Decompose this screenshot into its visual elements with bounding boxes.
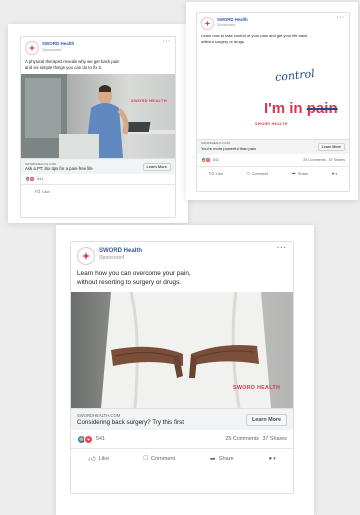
share-label: Share <box>218 455 234 462</box>
ad-photo-hands-on-back[interactable]: SWORD HEALTH <box>71 292 293 408</box>
art-word-pain: pain <box>306 100 338 117</box>
art-word-control: control <box>274 66 316 85</box>
audience-selector[interactable]: ● ▾ <box>332 171 337 176</box>
ad-photo-man-back-pain[interactable]: SWORD HEALTH <box>21 74 175 158</box>
sword-logo-avatar[interactable] <box>77 247 95 265</box>
art-headline: I'm in pain <box>239 83 338 134</box>
person-icon: ● <box>268 455 273 462</box>
love-reaction-icon[interactable]: ♥ <box>29 176 35 182</box>
like-button[interactable]: 👍︎ Like <box>35 189 50 195</box>
link-preview-bar[interactable]: SWORDHEALTH.COM You're more powerful tha… <box>197 139 349 154</box>
love-reaction-icon[interactable]: ♥ <box>84 434 93 444</box>
post-header: SWORD Health Sponsored ··· <box>21 37 175 57</box>
link-preview-bar[interactable]: SWORDHEALTH.COM Ask a PT: Six tips for a… <box>21 158 175 174</box>
post-text: Learn how you can overcome your pain, wi… <box>71 267 293 292</box>
thumbs-up-icon: 👍︎ <box>88 456 96 463</box>
share-label: Share <box>297 171 309 176</box>
art-im-in: I'm in <box>264 100 307 117</box>
link-headline[interactable]: Ask a PT: Six tips for a pain-free life <box>25 166 93 172</box>
share-button[interactable]: ➦ Share <box>210 455 234 463</box>
link-headline[interactable]: Considering back surgery? Try this first <box>77 419 184 427</box>
learn-more-button[interactable]: Learn More <box>245 413 287 426</box>
post-actions: 👍︎ Like <box>21 184 175 198</box>
link-headline[interactable]: You're more powerful than pain <box>201 146 256 152</box>
like-label: Like <box>98 455 109 462</box>
like-button[interactable]: 👍︎ Like <box>88 454 109 464</box>
sponsored-label: Sponsored <box>99 255 125 261</box>
sword-logo-icon <box>28 44 36 52</box>
facebook-post-1: SWORD Health Sponsored ··· A physical th… <box>20 36 176 218</box>
comment-label: Comment <box>251 171 269 176</box>
engagement-stats: 👍 ♥ 541 <box>21 174 175 184</box>
facebook-post-2: SWORD Health Sponsored ··· Learn how to … <box>196 12 350 192</box>
person-icon: ● <box>331 171 335 176</box>
learn-more-button[interactable]: Learn More <box>317 143 345 151</box>
post-header: SWORD Health Sponsored ··· <box>71 242 293 267</box>
facebook-post-3: SWORD Health Sponsored ··· Learn how you… <box>70 241 294 494</box>
comments-count[interactable]: 25 Comments <box>225 436 259 442</box>
post-text-line: Learn how you can overcome your pain, <box>77 270 191 277</box>
shares-count[interactable]: 37 Shares <box>329 158 345 162</box>
post-text: Learn how to take control of your pain a… <box>197 31 349 47</box>
reaction-count[interactable]: 541 <box>96 436 105 442</box>
engagement-stats: 👍 ♥ 541 25 Comments 37 Shares <box>197 154 349 166</box>
sponsored-label: Sponsored <box>42 47 62 52</box>
more-options-icon[interactable]: ··· <box>337 15 345 21</box>
post-text-line: without surgery or drugs. <box>201 38 246 44</box>
comments-count[interactable]: 25 Comments <box>303 158 325 162</box>
comment-button[interactable]: □ Comment <box>247 171 269 177</box>
share-arrow-icon: ➦ <box>291 170 296 177</box>
more-options-icon[interactable]: ··· <box>277 245 287 252</box>
love-reaction-icon[interactable]: ♥ <box>205 157 211 163</box>
learn-more-button[interactable]: Learn More <box>142 162 171 171</box>
chevron-down-icon: ▾ <box>273 455 276 462</box>
photo-watermark: SWORD HEALTH <box>255 122 288 126</box>
like-label: Like <box>42 189 50 194</box>
photo-watermark: SWORD HEALTH <box>131 98 167 103</box>
sword-logo-avatar[interactable] <box>25 41 39 55</box>
post-text-line: without resorting to surgery or drugs. <box>77 278 182 286</box>
thumbs-up-icon: 👍︎ <box>35 188 41 195</box>
man-at-desk-illustration <box>21 74 175 158</box>
link-preview-bar[interactable]: SWORDHEALTH.COM Considering back surgery… <box>71 408 293 430</box>
photo-watermark: SWORD HEALTH <box>233 385 281 391</box>
reaction-count[interactable]: 541 <box>37 177 43 181</box>
share-arrow-icon: ➦ <box>209 455 216 463</box>
reaction-count[interactable]: 541 <box>213 158 219 162</box>
post-actions: 👍︎ Like □ Comment ➦ Share ● ▾ <box>71 448 293 468</box>
share-button[interactable]: ➦ Share <box>292 171 308 177</box>
sponsored-label: Sponsored <box>217 23 236 27</box>
comment-button[interactable]: □ Comment <box>144 455 175 462</box>
like-button[interactable]: 👍︎ Like <box>209 171 223 177</box>
more-options-icon[interactable]: ··· <box>163 39 171 45</box>
post-text-line: and six simple things you can do to fix … <box>25 65 102 70</box>
shares-count[interactable]: 37 Shares <box>262 436 287 442</box>
comment-label: Comment <box>150 455 176 462</box>
ad-typographic-image[interactable]: control I'm in pain SWORD HEALTH <box>197 47 349 139</box>
comment-icon: □ <box>246 170 250 177</box>
sword-logo-icon <box>82 252 90 260</box>
post-text: A physical therapist reveals why we get … <box>21 57 175 74</box>
chevron-down-icon: ▾ <box>335 171 338 176</box>
engagement-stats: 👍 ♥ 541 25 Comments 37 Shares <box>71 430 293 448</box>
comment-icon: □ <box>143 455 148 462</box>
audience-selector[interactable]: ● ▾ <box>268 456 275 462</box>
like-label: Like <box>216 171 223 176</box>
sword-logo-icon <box>204 20 211 27</box>
sword-logo-avatar[interactable] <box>201 17 214 30</box>
page-name-link[interactable]: SWORD Health <box>99 247 142 255</box>
post-header: SWORD Health Sponsored ··· <box>197 13 349 31</box>
thumbs-up-icon: 👍︎ <box>208 170 215 177</box>
post-actions: 👍︎ Like □ Comment ➦ Share ● ▾ <box>197 166 349 180</box>
